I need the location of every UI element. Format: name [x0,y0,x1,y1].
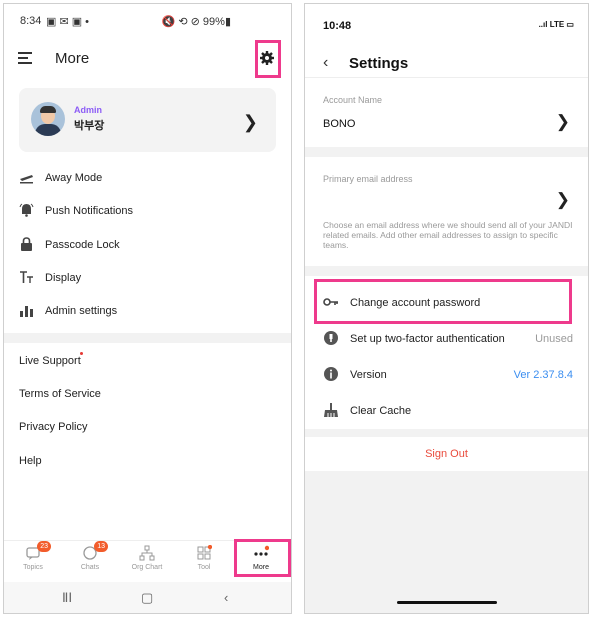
chat-icon: 13 [82,541,108,561]
tab-label: Tool [197,564,211,571]
new-indicator-dot [80,352,83,355]
text-size-icon [20,271,33,283]
email-description: Choose an email address where we should … [323,220,573,250]
version-row: Version Ver 2.37.8.4 [323,366,573,386]
chevron-right-icon: ❯ [555,190,570,209]
tab-label: Chats [80,564,100,571]
empty-area [305,471,588,613]
tab-label: Topics [23,564,43,571]
tab-org-chart[interactable]: Org Chart [124,545,170,571]
tab-label: Org Chart [131,564,163,571]
header: More [4,42,291,76]
recents-icon[interactable]: ⅡⅠ [62,590,72,606]
home-indicator[interactable] [397,601,497,604]
menu-item-label: Passcode Lock [45,239,120,251]
menu-item-push-notifications[interactable]: Push Notifications [19,203,269,223]
two-factor-status: Unused [535,333,573,345]
chevron-right-icon: ❯ [555,112,570,131]
bar-chart-icon [20,306,33,317]
info-icon [324,367,338,381]
link-privacy-policy[interactable]: Privacy Policy [19,421,87,433]
back-chevron-icon[interactable]: ‹ [323,54,328,72]
highlight-change-password [314,279,572,324]
status-time: 10:48 [323,20,352,32]
email-label: Primary email address [323,174,413,184]
row-label: Version [350,369,387,381]
org-chart-icon [139,545,155,561]
tab-topics[interactable]: 23 Topics [10,541,56,571]
menu-item-label: Display [45,272,82,284]
menu-item-display[interactable]: Display [19,270,269,290]
role-label: Admin [74,105,102,115]
status-bar: 8:34 ▣ ✉ ▣ • 🔇 ⟲ ⊘ 99%▮ [4,4,291,34]
link-terms-of-service[interactable]: Terms of Service [19,388,101,400]
lock-icon [21,237,32,251]
section-divider [305,147,588,157]
row-label: Clear Cache [350,405,412,417]
grid-icon [196,544,213,561]
menu-item-passcode-lock[interactable]: Passcode Lock [19,237,269,257]
status-icons-left: ▣ ✉ ▣ • [46,16,90,28]
account-name-value: BONO [323,118,356,130]
android-nav-bar: ⅡⅠ ▢ ‹ [4,582,291,613]
section-divider [305,266,588,276]
status-bar: 10:48 ..ıl LTE ▭ [305,4,588,38]
section-divider [305,429,588,437]
settings-screen: 10:48 ..ıl LTE ▭ ‹ Settings Account Name… [304,3,589,614]
page-title: Settings [349,55,409,72]
avatar [31,102,65,136]
sign-out-button[interactable]: Sign Out [305,437,588,471]
link-label: Help [19,455,42,467]
row-label: Set up two-factor authentication [350,333,505,345]
bell-icon [19,203,34,217]
header: ‹ Settings [305,48,588,78]
tab-tool[interactable]: Tool [181,544,227,571]
user-name: 박부장 [74,120,105,132]
menu-item-label: Away Mode [45,172,103,184]
link-live-support[interactable]: Live Support [19,352,83,367]
clear-cache-row[interactable]: Clear Cache [323,402,573,422]
link-help[interactable]: Help [19,455,42,467]
topics-icon: 23 [25,541,51,561]
section-divider [4,333,291,343]
more-screen: 8:34 ▣ ✉ ▣ • 🔇 ⟲ ⊘ 99%▮ More Admin 박부장 ❯ [3,3,292,614]
signal-battery-icons: ..ıl LTE ▭ [538,20,574,29]
plane-icon [20,175,33,184]
two-factor-row[interactable]: Set up two-factor authentication Unused [323,330,573,350]
menu-item-away-mode[interactable]: Away Mode [19,170,269,190]
unread-badge: 13 [94,541,108,552]
account-name-label: Account Name [323,95,383,105]
hamburger-menu-icon[interactable] [18,52,32,64]
link-label: Terms of Service [19,388,101,400]
menu-item-label: Admin settings [45,305,118,317]
link-label: Live Support [19,355,81,367]
link-label: Privacy Policy [19,421,88,433]
version-value: Ver 2.37.8.4 [513,369,573,381]
page-title: More [55,50,90,67]
status-time: 8:34 [20,15,42,27]
home-icon[interactable]: ▢ [141,590,153,606]
tab-chats[interactable]: 13 Chats [67,541,113,571]
highlight-gear [255,40,281,78]
profile-card[interactable]: Admin 박부장 ❯ [19,88,276,152]
back-icon[interactable]: ‹ [224,590,228,605]
menu-item-admin-settings[interactable]: Admin settings [19,303,269,323]
highlight-more-tab [234,539,291,577]
unread-badge: 23 [37,541,51,552]
broom-icon [324,403,338,417]
chevron-right-icon: ❯ [242,112,258,132]
menu-item-label: Push Notifications [45,205,134,217]
status-icons-right: 🔇 ⟲ ⊘ 99%▮ [161,16,231,28]
shield-icon [324,331,338,345]
